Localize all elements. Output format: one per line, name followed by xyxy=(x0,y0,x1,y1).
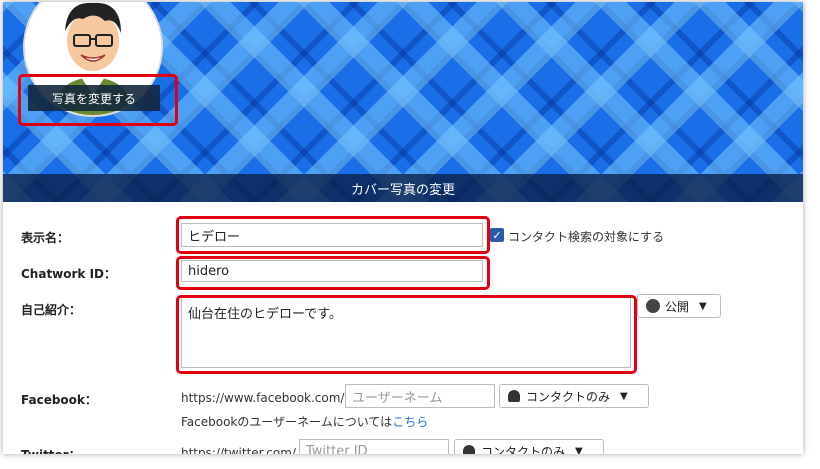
chatwork-id-input[interactable]: hidero xyxy=(181,260,483,282)
chevron-down-icon: ▼ xyxy=(620,390,628,402)
facebook-url-prefix: https://www.facebook.com/ xyxy=(181,391,345,405)
twitter-id-placeholder: Twitter ID xyxy=(306,443,368,455)
facebook-label: Facebook： xyxy=(21,393,97,407)
user-icon xyxy=(463,445,475,454)
display-name-value: ヒデロー xyxy=(188,229,241,245)
bio-label: 自己紹介： xyxy=(21,303,82,317)
twitter-label: Twitter： xyxy=(21,446,81,454)
facebook-visibility-value: コンタクトのみ xyxy=(526,389,611,404)
chevron-down-icon: ▼ xyxy=(699,300,707,312)
chevron-down-icon: ▼ xyxy=(575,445,583,455)
chatwork-id-value: hidero xyxy=(188,263,230,279)
twitter-visibility-dropdown[interactable]: コンタクトのみ ▼ xyxy=(454,439,604,454)
user-icon xyxy=(508,390,520,402)
facebook-help: Facebookのユーザーネームについてはこちら xyxy=(181,413,428,430)
change-cover-button[interactable]: カバー写真の変更 xyxy=(3,174,803,202)
globe-icon xyxy=(646,299,660,313)
bio-textarea[interactable]: 仙台在住のヒデローです。 xyxy=(181,296,631,368)
twitter-url-prefix: https://twitter.com/ xyxy=(181,446,296,454)
bio-value: 仙台在住のヒデローです。 xyxy=(188,307,342,322)
bio-visibility-value: 公開 xyxy=(665,299,690,314)
contact-search-checkbox[interactable]: ✓ xyxy=(490,228,504,242)
profile-editor: 写真を変更する カバー写真の変更 表示名： ヒデロー ✓ コンタクト検索の対象に… xyxy=(3,2,803,454)
contact-search-label: コンタクト検索の対象にする xyxy=(508,230,665,244)
bio-visibility-dropdown[interactable]: 公開 ▼ xyxy=(637,294,721,318)
display-name-label: 表示名： xyxy=(21,231,70,245)
facebook-username-placeholder: ユーザーネーム xyxy=(352,390,443,406)
facebook-help-text: Facebookのユーザーネームについては xyxy=(181,415,393,429)
facebook-username-input[interactable]: ユーザーネーム xyxy=(345,384,495,408)
chatwork-id-label: Chatwork ID： xyxy=(21,267,117,281)
twitter-visibility-value: コンタクトのみ xyxy=(481,444,566,455)
facebook-visibility-dropdown[interactable]: コンタクトのみ ▼ xyxy=(499,384,649,408)
display-name-input[interactable]: ヒデロー xyxy=(181,223,483,247)
cover-photo: 写真を変更する カバー写真の変更 xyxy=(3,2,803,202)
facebook-help-link[interactable]: こちら xyxy=(392,415,428,429)
change-photo-button[interactable]: 写真を変更する xyxy=(28,85,160,111)
change-cover-label: カバー写真の変更 xyxy=(350,182,455,198)
twitter-id-input[interactable]: Twitter ID xyxy=(299,439,449,454)
